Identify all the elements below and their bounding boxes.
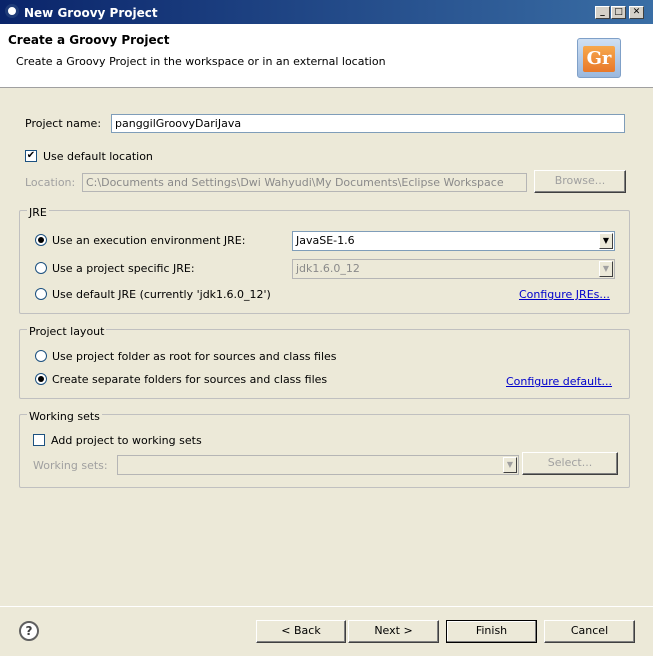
layout-root-label: Use project folder as root for sources a…	[52, 350, 337, 363]
help-icon[interactable]: ?	[19, 621, 39, 641]
use-default-location-label: Use default location	[43, 150, 153, 163]
jre-group-title: JRE	[27, 206, 49, 219]
groovy-logo-text: Gr	[583, 46, 615, 72]
finish-button[interactable]: Finish	[446, 620, 537, 643]
dropdown-arrow-icon[interactable]: ▼	[599, 261, 613, 277]
dropdown-arrow-icon[interactable]: ▼	[599, 233, 613, 249]
jre-execution-env-label: Use an execution environment JRE:	[52, 234, 246, 247]
browse-button[interactable]: Browse...	[534, 170, 626, 193]
wizard-title: Create a Groovy Project	[8, 33, 170, 47]
configure-default-link[interactable]: Configure default...	[506, 375, 612, 388]
configure-jres-link[interactable]: Configure JREs...	[519, 288, 610, 301]
wizard-header: Create a Groovy Project Create a Groovy …	[0, 24, 653, 88]
next-button[interactable]: Next >	[348, 620, 439, 643]
jre-execution-env-radio[interactable]	[35, 234, 47, 246]
project-name-input[interactable]: panggilGroovyDariJava	[111, 114, 625, 133]
add-to-working-sets-checkbox[interactable]	[33, 434, 45, 446]
close-button[interactable]: ✕	[629, 6, 644, 19]
jre-project-specific-radio[interactable]	[35, 262, 47, 274]
eclipse-app-icon	[5, 4, 19, 18]
add-to-working-sets-label: Add project to working sets	[51, 434, 202, 447]
working-sets-group-title: Working sets	[27, 410, 102, 423]
working-sets-group	[19, 414, 630, 488]
select-working-sets-button[interactable]: Select...	[522, 452, 618, 475]
jre-project-specific-label: Use a project specific JRE:	[52, 262, 195, 275]
location-input[interactable]: C:\Documents and Settings\Dwi Wahyudi\My…	[82, 173, 527, 192]
project-specific-jre-value: jdk1.6.0_12	[296, 262, 360, 275]
project-name-label: Project name:	[25, 117, 102, 130]
working-sets-select[interactable]: ▼	[117, 455, 519, 475]
layout-separate-radio[interactable]	[35, 373, 47, 385]
wizard-description: Create a Groovy Project in the workspace…	[16, 55, 386, 68]
jre-default-label: Use default JRE (currently 'jdk1.6.0_12'…	[52, 288, 271, 301]
project-specific-jre-select[interactable]: jdk1.6.0_12 ▼	[292, 259, 615, 279]
jre-default-radio[interactable]	[35, 288, 47, 300]
project-layout-group-title: Project layout	[27, 325, 107, 338]
window-title: New Groovy Project	[24, 6, 158, 20]
layout-root-radio[interactable]	[35, 350, 47, 362]
location-label: Location:	[25, 176, 76, 189]
use-default-location-checkbox[interactable]: ✔	[25, 150, 37, 162]
minimize-button[interactable]: _	[595, 6, 610, 19]
groovy-logo-icon: Gr	[577, 38, 621, 78]
layout-separate-label: Create separate folders for sources and …	[52, 373, 328, 386]
cancel-button[interactable]: Cancel	[544, 620, 635, 643]
back-button[interactable]: < Back	[256, 620, 346, 643]
execution-env-value: JavaSE-1.6	[296, 234, 355, 247]
dropdown-arrow-icon[interactable]: ▼	[503, 457, 517, 473]
project-layout-group	[19, 329, 630, 399]
title-bar: New Groovy Project _ □ ✕	[0, 0, 653, 24]
maximize-button[interactable]: □	[611, 6, 626, 19]
execution-env-select[interactable]: JavaSE-1.6 ▼	[292, 231, 615, 251]
working-sets-label: Working sets:	[33, 459, 108, 472]
footer-separator	[0, 606, 653, 607]
